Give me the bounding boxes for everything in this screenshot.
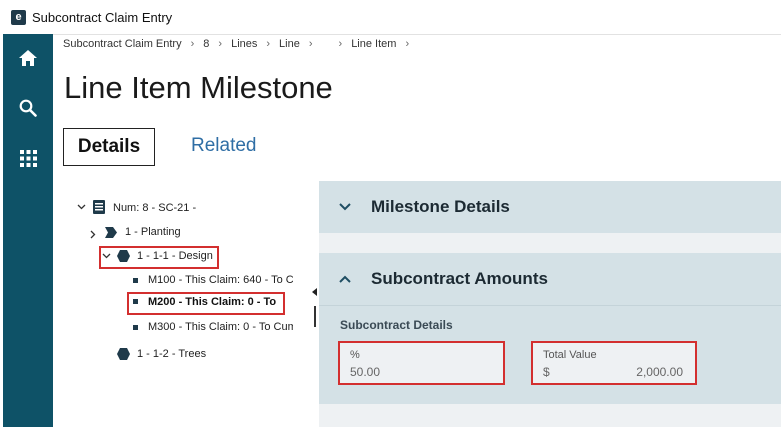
home-icon xyxy=(19,50,37,66)
chevron-up-icon xyxy=(339,275,367,283)
milestone-details-panel: Milestone Details xyxy=(319,181,781,233)
tree-node-root[interactable]: Num: 8 - SC-21 - xyxy=(113,200,196,216)
highlight-box xyxy=(338,341,505,385)
bullet-icon xyxy=(133,325,138,330)
tree-node-milestone[interactable]: M300 - This Claim: 0 - To Cum xyxy=(148,319,293,335)
bullet-icon xyxy=(133,278,138,283)
tree-node-milestone-selected[interactable]: M200 - This Claim: 0 - To Cum xyxy=(148,294,279,310)
splitter-handle[interactable] xyxy=(314,306,316,327)
tree-node-item[interactable]: 1 - 1-1 - Design xyxy=(137,248,213,264)
sidebar xyxy=(3,34,53,427)
highlight-box xyxy=(531,341,697,385)
breadcrumb-item[interactable]: Lines xyxy=(231,38,257,50)
nav-apps-button[interactable] xyxy=(3,136,53,180)
line-item-tree: Num: 8 - SC-21 - 1 - Planting 1 - 1-1 - … xyxy=(63,181,319,427)
breadcrumb-separator-icon: › xyxy=(266,38,271,50)
subcontract-amounts-panel: Subcontract Amounts Subcontract Details … xyxy=(319,253,781,404)
breadcrumb-separator-icon: › xyxy=(308,38,313,50)
main-content: Milestone Details Subcontract Amounts Su… xyxy=(319,181,781,427)
hexagon-icon xyxy=(117,250,130,262)
section-label: Subcontract Details xyxy=(340,318,453,332)
collapse-arrow-icon[interactable] xyxy=(312,288,317,296)
subcontract-amounts-header[interactable]: Subcontract Amounts xyxy=(319,253,781,305)
tree-node-milestone[interactable]: M100 - This Claim: 640 - To Cu xyxy=(148,272,293,288)
search-icon xyxy=(19,99,37,117)
tab-details[interactable]: Details xyxy=(63,128,155,166)
nav-search-button[interactable] xyxy=(3,86,53,130)
tree-node-group[interactable]: 1 - Planting xyxy=(125,224,181,240)
tab-related[interactable]: Related xyxy=(191,128,257,164)
hexagon-icon xyxy=(117,348,130,360)
apps-grid-icon xyxy=(19,149,37,167)
tag-icon xyxy=(105,227,117,238)
breadcrumb-separator-icon: › xyxy=(405,38,410,50)
breadcrumb-separator-icon: › xyxy=(190,38,195,50)
chevron-down-icon[interactable] xyxy=(102,253,111,259)
nav-home-button[interactable] xyxy=(3,36,53,80)
chevron-right-icon[interactable] xyxy=(90,230,96,239)
milestone-details-header[interactable]: Milestone Details xyxy=(319,181,781,233)
chevron-down-icon xyxy=(339,203,367,211)
breadcrumb-item[interactable]: Line xyxy=(279,38,300,50)
tree-node-item[interactable]: 1 - 1-2 - Trees xyxy=(137,346,206,362)
page-title: Line Item Milestone xyxy=(64,70,333,105)
chevron-down-icon[interactable] xyxy=(77,204,86,210)
breadcrumb-separator-icon: › xyxy=(338,38,343,50)
bullet-icon xyxy=(133,299,138,304)
app-logo-icon: e xyxy=(11,10,26,25)
panel-title: Milestone Details xyxy=(371,197,510,216)
breadcrumb-item[interactable]: Line Item xyxy=(351,38,396,50)
breadcrumb-separator-icon: › xyxy=(218,38,223,50)
breadcrumb-item[interactable]: Subcontract Claim Entry xyxy=(63,38,182,50)
divider xyxy=(319,305,781,306)
title-bar: e Subcontract Claim Entry xyxy=(0,0,781,35)
panel-title: Subcontract Amounts xyxy=(371,269,548,288)
window-title: Subcontract Claim Entry xyxy=(32,10,173,25)
breadcrumb: Subcontract Claim Entry › 8 › Lines › Line › › Li… xyxy=(63,38,418,50)
document-icon xyxy=(93,200,105,214)
